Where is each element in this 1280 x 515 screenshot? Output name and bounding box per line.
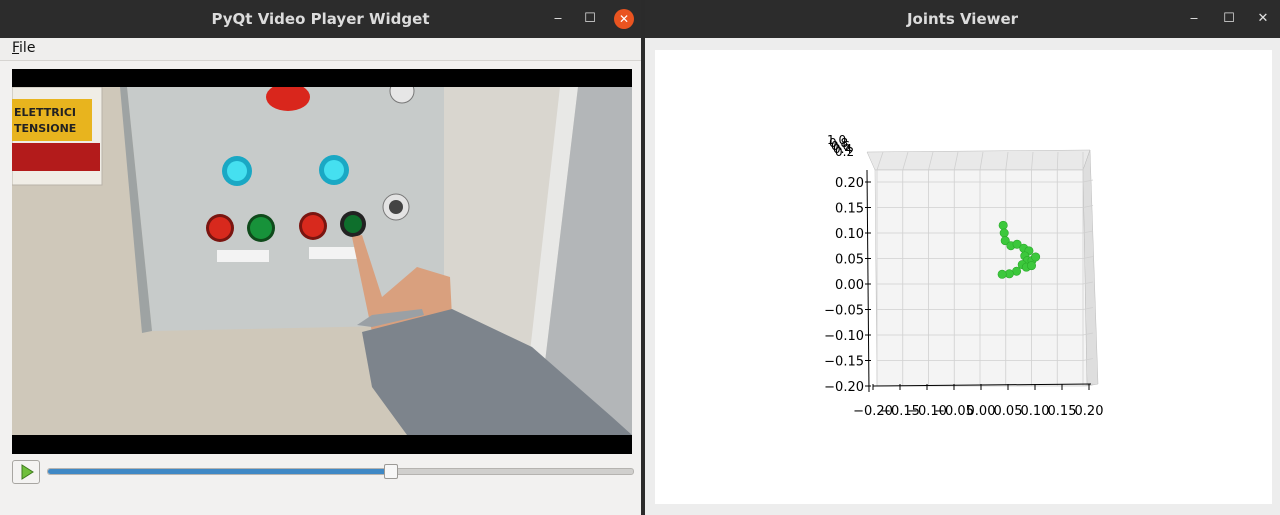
video-frame: ELETTRICI TENSIONE <box>12 87 632 435</box>
x-tick-label: 0.10 <box>1021 404 1050 419</box>
sign-text-2: TENSIONE <box>14 122 76 135</box>
joints-viewer-titlebar[interactable]: Joints Viewer ‒ ☐ ✕ <box>645 0 1280 38</box>
video-player-titlebar[interactable]: PyQt Video Player Widget ‒ ☐ ✕ <box>0 0 641 38</box>
video-display[interactable]: ELETTRICI TENSIONE <box>12 69 632 454</box>
y-axis-line <box>866 169 870 393</box>
close-icon[interactable]: ✕ <box>1253 9 1273 29</box>
menu-file[interactable]: File <box>12 40 35 56</box>
x-tick-label: 0.20 <box>1075 404 1104 419</box>
maximize-icon[interactable]: ☐ <box>1219 9 1239 29</box>
y-tick-label: −0.20 <box>824 380 864 395</box>
play-icon <box>21 464 34 480</box>
sign-text-1: ELETTRICI <box>14 106 76 119</box>
joint-point <box>999 228 1009 238</box>
y-tick-label: 0.00 <box>835 278 864 293</box>
y-tick-label: −0.10 <box>824 329 864 344</box>
x-ticks: −0.20−0.15−0.10−0.050.000.050.100.150.20 <box>853 384 1103 419</box>
maximize-icon[interactable]: ☐ <box>580 9 600 29</box>
video-player-window: PyQt Video Player Widget ‒ ☐ ✕ File ELET… <box>0 0 641 515</box>
y-tick-label: 0.20 <box>835 176 864 191</box>
joints-3d-plot[interactable]: 0.200.150.100.050.00−0.05−0.10−0.15−0.20… <box>655 50 1272 504</box>
joints-viewer-window: Joints Viewer ‒ ☐ ✕ 0.20 0.15 0.10 0.05 0.00… <box>645 0 1280 515</box>
playback-progress <box>48 469 391 474</box>
close-icon[interactable]: ✕ <box>614 9 634 29</box>
joint-point <box>998 220 1008 230</box>
video-player-title: PyQt Video Player Widget <box>211 10 430 28</box>
playback-slider-handle[interactable] <box>384 464 399 479</box>
y-tick-label: 0.10 <box>835 227 864 242</box>
menu-bar: File <box>0 38 641 61</box>
joint-point <box>1031 252 1041 262</box>
joint-point <box>997 269 1007 279</box>
y-ticks: 0.20 0.15 0.10 0.05 0.00 −0.05 −0.10 −0.15 −0.20 <box>824 176 871 395</box>
x-tick-label: 0.15 <box>1048 404 1077 419</box>
joint-point <box>1026 261 1036 271</box>
y-tick-label: −0.05 <box>824 304 864 319</box>
playback-slider[interactable] <box>47 464 634 479</box>
x-tick-label: 0.00 <box>967 404 996 419</box>
y-tick-label: 0.05 <box>835 253 864 268</box>
video-frame-image: ELETTRICI TENSIONE <box>12 87 632 435</box>
y-tick-label: −0.15 <box>824 355 864 370</box>
y-tick-label: 0.15 <box>835 202 864 217</box>
z-tick-label: 0.2 <box>835 145 854 159</box>
plot-canvas[interactable]: 0.20 0.15 0.10 0.05 0.00 −0.05 −0.10 −0.15 −0.20… <box>655 50 1272 504</box>
minimize-icon[interactable]: ‒ <box>1184 9 1204 29</box>
z-tick-labels: 1.00.80.60.40.2 <box>827 133 854 159</box>
play-button[interactable] <box>12 460 40 484</box>
minimize-icon[interactable]: ‒ <box>548 9 568 29</box>
x-tick-label: 0.05 <box>994 404 1023 419</box>
